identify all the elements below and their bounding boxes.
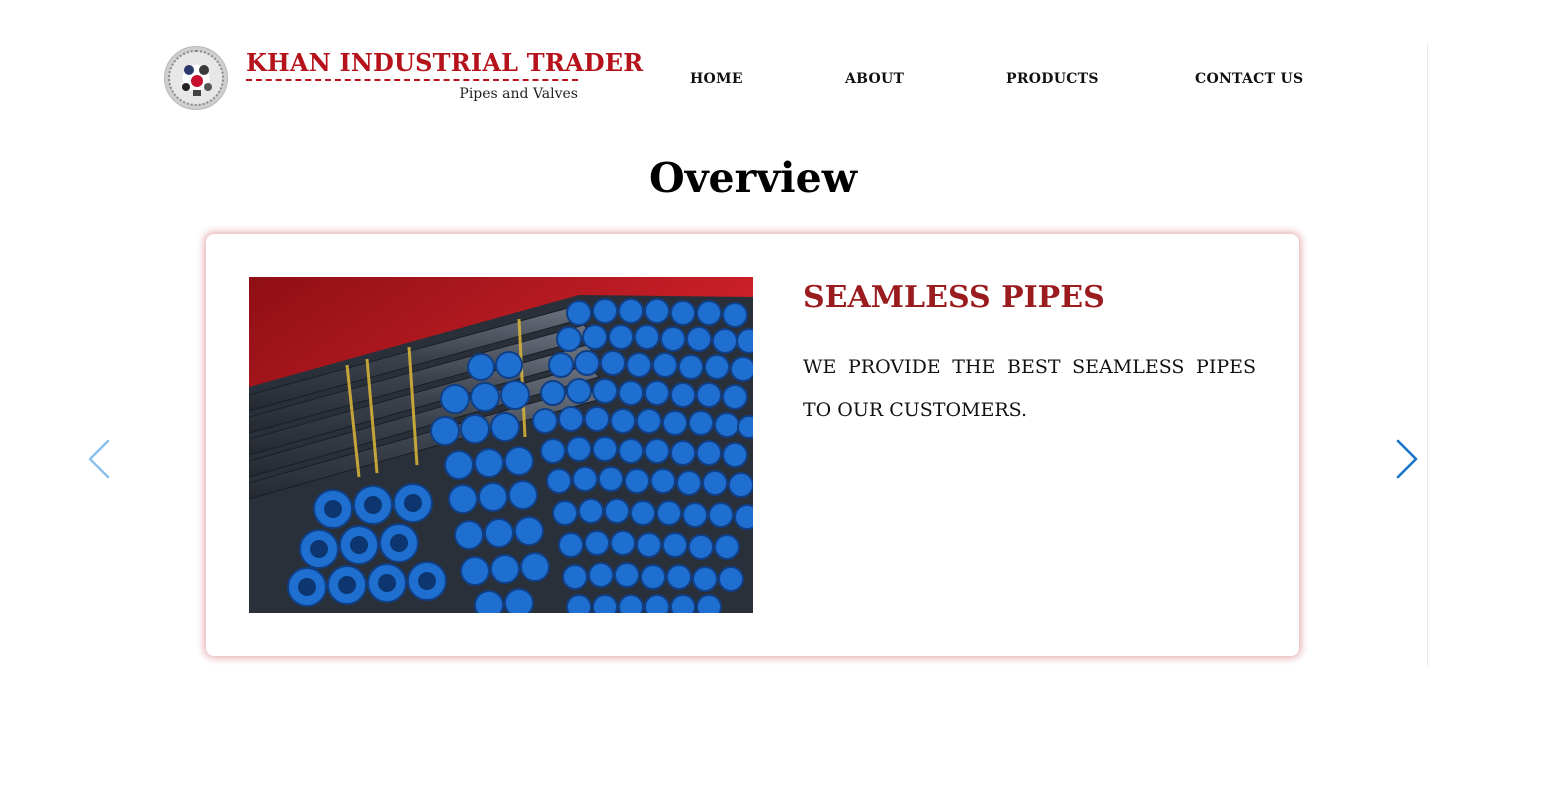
slide-title: SEAMLESS PIPES (803, 280, 1105, 315)
page: KHAN INDUSTRIAL TRADER Pipes and Valves … (0, 0, 1566, 808)
page-divider (1427, 42, 1428, 667)
chevron-right-icon (1396, 439, 1418, 479)
page-title: Overview (648, 154, 857, 202)
brand-divider (246, 79, 578, 81)
brand-name[interactable]: KHAN INDUSTRIAL TRADER (246, 48, 643, 77)
nav-products[interactable]: PRODUCTS (1006, 71, 1099, 87)
nav-home[interactable]: HOME (690, 71, 743, 87)
slide-description: WE PROVIDE THE BEST SEAMLESS PIPES TO OU… (803, 356, 1256, 421)
brand-tagline: Pipes and Valves (459, 86, 578, 102)
brand-logo[interactable] (164, 46, 228, 110)
carousel-prev-button[interactable] (82, 435, 118, 483)
chevron-left-icon (88, 439, 110, 479)
nav-contact-us[interactable]: CONTACT US (1195, 71, 1303, 87)
carousel-next-button[interactable] (1388, 435, 1424, 483)
seamless-pipes-image (249, 277, 753, 613)
nav-about[interactable]: ABOUT (845, 71, 904, 87)
